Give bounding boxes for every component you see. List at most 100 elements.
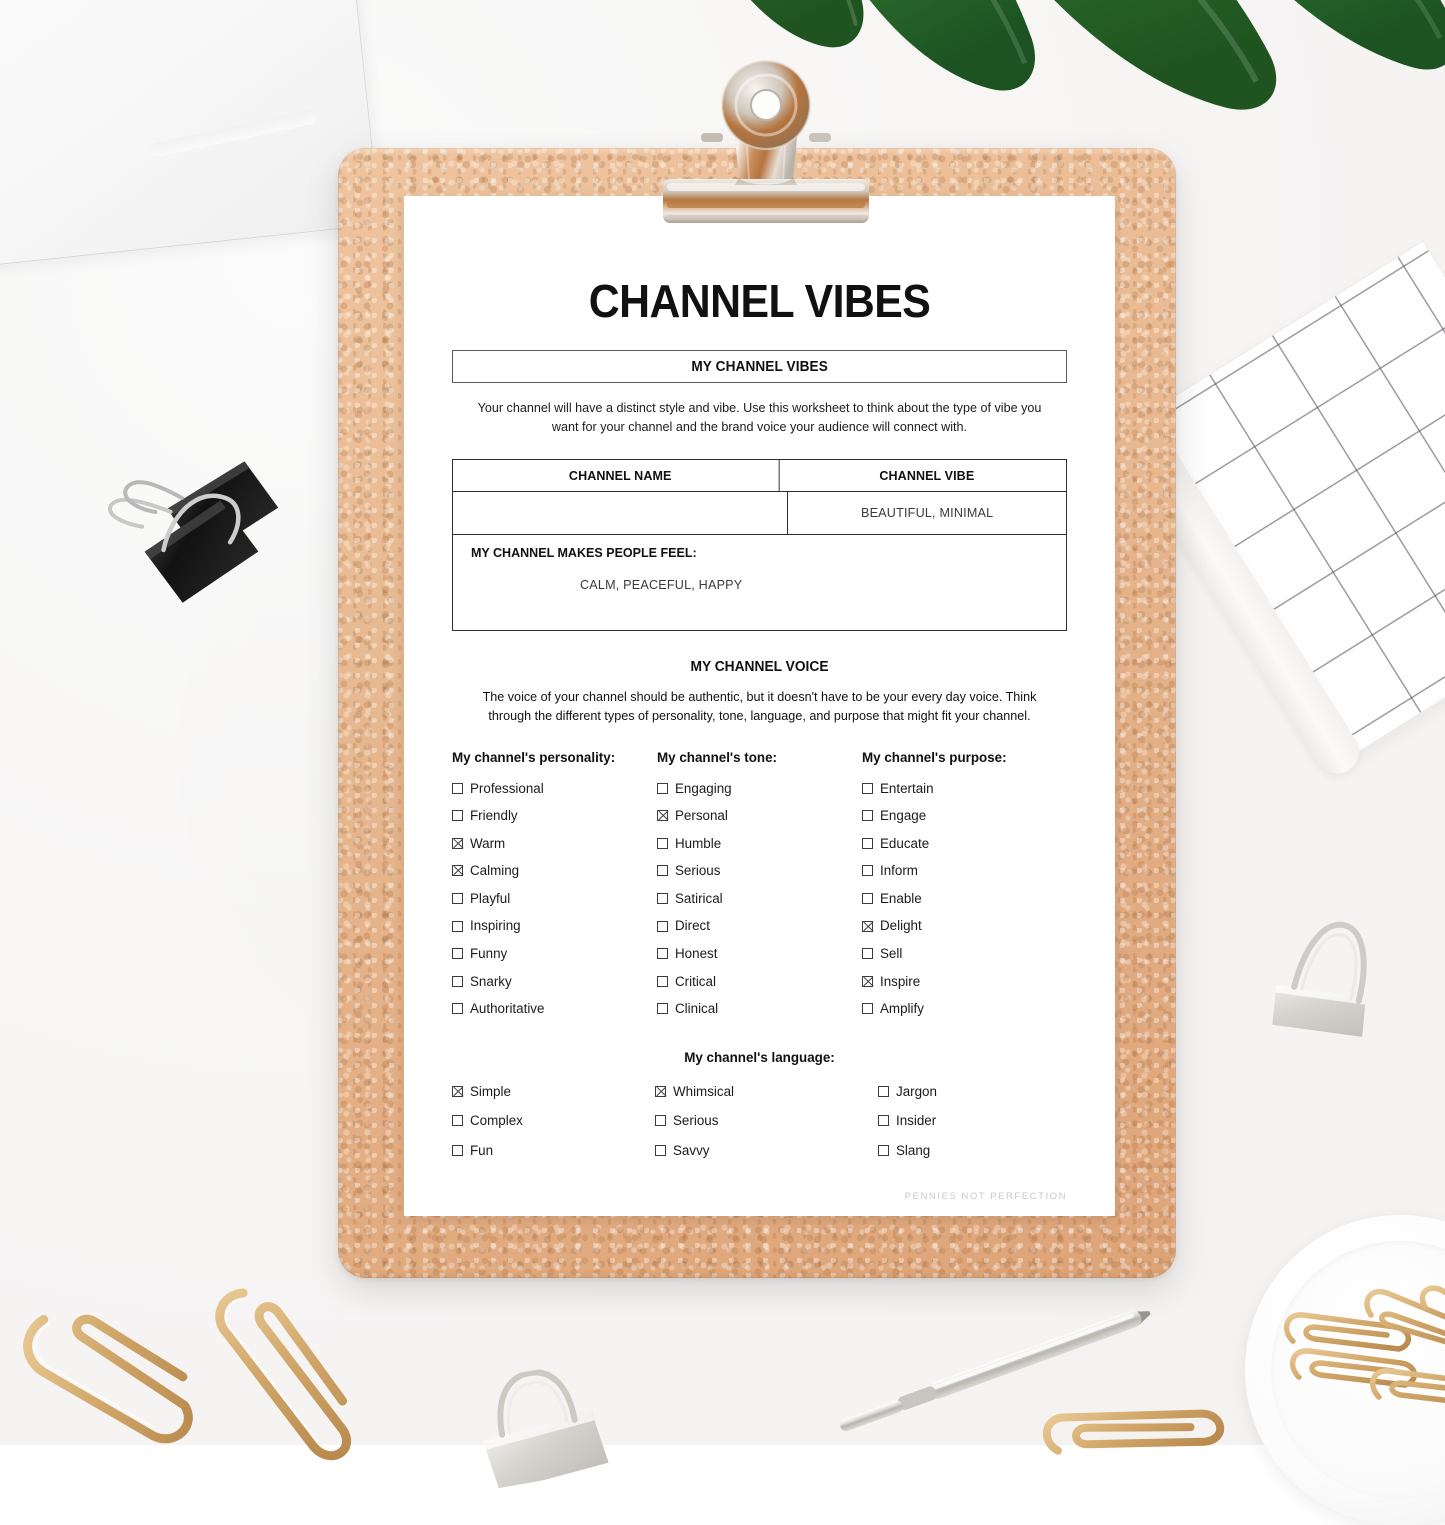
checkbox-funny[interactable] bbox=[452, 948, 463, 960]
option-slang[interactable]: Slang bbox=[878, 1143, 1067, 1157]
language-column-1: Simple Complex Fun bbox=[452, 1084, 641, 1173]
checkbox-inform[interactable] bbox=[862, 865, 873, 877]
option-fun[interactable]: Fun bbox=[452, 1142, 641, 1158]
checkbox-enable[interactable] bbox=[862, 893, 873, 905]
option-enable[interactable]: Enable bbox=[862, 891, 1067, 905]
silver-binder-clip-bottom bbox=[447, 1356, 634, 1494]
option-serious-tone[interactable]: Serious bbox=[657, 863, 862, 879]
option-complex[interactable]: Complex bbox=[452, 1114, 641, 1128]
option-warm[interactable]: Warm bbox=[452, 835, 657, 851]
option-inspire[interactable]: Inspire bbox=[862, 973, 1067, 989]
option-label: Direct bbox=[675, 918, 710, 934]
option-insider[interactable]: Insider bbox=[878, 1114, 1067, 1128]
checkbox-inspiring[interactable] bbox=[452, 920, 463, 932]
option-inspiring[interactable]: Inspiring bbox=[452, 918, 657, 934]
option-label: Calming bbox=[470, 863, 520, 879]
page-title: CHANNEL VIBES bbox=[588, 275, 931, 327]
checkbox-simple[interactable] bbox=[452, 1086, 463, 1098]
option-inform[interactable]: Inform bbox=[862, 864, 1067, 878]
option-playful[interactable]: Playful bbox=[452, 890, 657, 906]
checkbox-friendly[interactable] bbox=[452, 810, 463, 822]
option-label: Playful bbox=[470, 890, 511, 906]
section-header-bar: MY CHANNEL VIBES bbox=[452, 350, 1067, 383]
checkbox-satirical[interactable] bbox=[657, 893, 668, 905]
checkbox-authoritative[interactable] bbox=[452, 1003, 463, 1015]
option-label: Savvy bbox=[673, 1142, 710, 1158]
channel-feel-field[interactable]: CALM, PEACEFUL, HAPPY bbox=[580, 578, 1054, 592]
checkbox-entertain[interactable] bbox=[862, 782, 873, 794]
checkbox-professional[interactable] bbox=[452, 782, 463, 794]
option-engage[interactable]: Engage bbox=[862, 809, 1067, 823]
checkbox-humble[interactable] bbox=[657, 837, 668, 849]
option-calming[interactable]: Calming bbox=[452, 863, 657, 879]
black-binder-clips bbox=[93, 420, 313, 635]
option-critical[interactable]: Critical bbox=[657, 973, 862, 989]
checkbox-inspire[interactable] bbox=[862, 975, 873, 987]
checkbox-clinical[interactable] bbox=[657, 1003, 668, 1015]
checkbox-complex[interactable] bbox=[452, 1115, 463, 1127]
option-serious-language[interactable]: Serious bbox=[655, 1114, 844, 1128]
checkbox-snarky[interactable] bbox=[452, 975, 463, 987]
checkbox-amplify[interactable] bbox=[862, 1003, 873, 1015]
column-header-channel-vibe: CHANNEL VIBE bbox=[879, 468, 975, 484]
option-amplify[interactable]: Amplify bbox=[862, 1002, 1067, 1016]
option-label: Fun bbox=[470, 1142, 494, 1158]
checkbox-slang[interactable] bbox=[878, 1144, 889, 1156]
desk-background: CHANNEL VIBES MY CHANNEL VIBES Your chan… bbox=[0, 0, 1445, 1525]
option-funny[interactable]: Funny bbox=[452, 947, 657, 960]
vibes-table: CHANNEL NAME CHANNEL VIBE BEAUTIFUL, MIN… bbox=[452, 459, 1067, 632]
option-educate[interactable]: Educate bbox=[862, 836, 1067, 850]
option-jargon[interactable]: Jargon bbox=[878, 1084, 1067, 1098]
option-label: Satirical bbox=[675, 890, 723, 906]
option-satirical[interactable]: Satirical bbox=[657, 890, 862, 906]
option-label: Serious bbox=[675, 863, 721, 879]
option-delight[interactable]: Delight bbox=[862, 918, 1067, 934]
checkbox-insider[interactable] bbox=[878, 1115, 889, 1127]
option-simple[interactable]: Simple bbox=[452, 1084, 641, 1098]
option-savvy[interactable]: Savvy bbox=[655, 1142, 844, 1158]
checkbox-playful[interactable] bbox=[452, 893, 463, 905]
option-label: Inspire bbox=[880, 973, 921, 989]
column-purpose: My channel's purpose: Entertain Engage E… bbox=[862, 750, 1067, 1030]
channel-name-field[interactable] bbox=[453, 492, 789, 535]
option-humble[interactable]: Humble bbox=[657, 836, 862, 850]
option-snarky[interactable]: Snarky bbox=[452, 974, 657, 988]
checkbox-delight[interactable] bbox=[862, 920, 873, 932]
checkbox-engage[interactable] bbox=[862, 810, 873, 822]
checkbox-serious-tone[interactable] bbox=[657, 865, 668, 877]
option-label: Delight bbox=[880, 918, 922, 934]
option-whimsical[interactable]: Whimsical bbox=[655, 1084, 844, 1098]
checkbox-engaging[interactable] bbox=[657, 782, 668, 794]
checkbox-fun[interactable] bbox=[452, 1144, 463, 1156]
option-label: Funny bbox=[470, 946, 508, 962]
option-label: Authoritative bbox=[470, 1001, 545, 1017]
checkbox-whimsical[interactable] bbox=[655, 1086, 666, 1098]
option-honest[interactable]: Honest bbox=[657, 947, 862, 960]
checkbox-personal[interactable] bbox=[657, 810, 668, 822]
option-sell[interactable]: Sell bbox=[862, 947, 1067, 960]
option-professional[interactable]: Professional bbox=[452, 781, 657, 795]
option-label: Inspiring bbox=[470, 918, 521, 934]
checkbox-serious-language[interactable] bbox=[655, 1115, 666, 1127]
option-engaging[interactable]: Engaging bbox=[657, 781, 862, 795]
option-label: Warm bbox=[470, 835, 506, 851]
laptop-corner bbox=[0, 0, 381, 276]
checkbox-honest[interactable] bbox=[657, 948, 668, 960]
option-clinical[interactable]: Clinical bbox=[657, 1002, 862, 1016]
checkbox-jargon[interactable] bbox=[878, 1086, 889, 1098]
option-friendly[interactable]: Friendly bbox=[452, 809, 657, 823]
checkbox-sell[interactable] bbox=[862, 948, 873, 960]
checkbox-critical[interactable] bbox=[657, 975, 668, 987]
option-entertain[interactable]: Entertain bbox=[862, 781, 1067, 795]
checkbox-educate[interactable] bbox=[862, 837, 873, 849]
checkbox-direct[interactable] bbox=[657, 920, 668, 932]
checkbox-savvy[interactable] bbox=[655, 1144, 666, 1156]
checkbox-calming[interactable] bbox=[452, 865, 463, 877]
option-personal[interactable]: Personal bbox=[657, 809, 862, 823]
option-direct[interactable]: Direct bbox=[657, 918, 862, 934]
brand-footer: PENNIES NOT PERFECTION bbox=[904, 1191, 1067, 1203]
option-label: Critical bbox=[675, 973, 716, 989]
channel-vibe-field[interactable]: BEAUTIFUL, MINIMAL bbox=[788, 492, 1066, 534]
option-authoritative[interactable]: Authoritative bbox=[452, 1001, 657, 1017]
checkbox-warm[interactable] bbox=[452, 837, 463, 849]
